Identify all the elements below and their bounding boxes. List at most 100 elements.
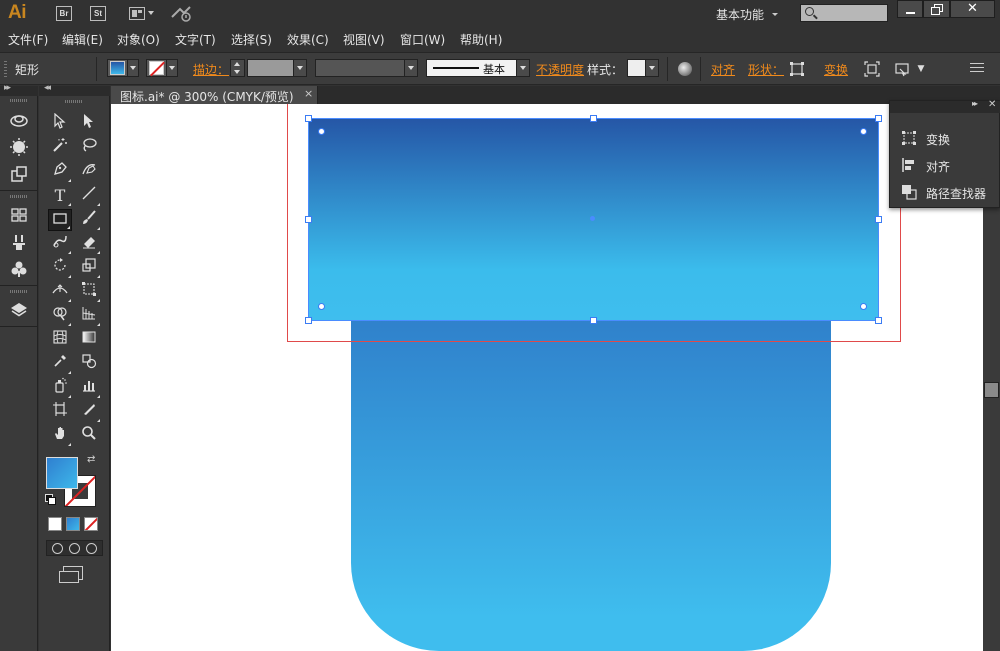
lasso-tool[interactable] [77, 137, 101, 159]
curvature-tool[interactable] [77, 161, 101, 183]
pen-tool[interactable] [48, 161, 72, 183]
menu-object[interactable]: 对象(O) [117, 31, 160, 48]
menu-effect[interactable]: 效果(C) [287, 31, 329, 48]
workspace-switcher[interactable]: 基本功能 [716, 6, 764, 23]
color-mode-button[interactable] [48, 517, 62, 531]
width-tool[interactable] [48, 281, 72, 303]
shape-link[interactable]: 形状： [748, 61, 784, 78]
mesh-tool[interactable] [48, 329, 72, 351]
direct-selection-tool[interactable] [77, 113, 101, 135]
shaper-tool[interactable] [48, 233, 72, 255]
dock-grip[interactable] [10, 195, 28, 198]
menu-type[interactable]: 文字(T) [175, 31, 216, 48]
rounded-rectangle-shape[interactable] [351, 310, 831, 651]
variable-width-profile[interactable] [315, 59, 418, 77]
symbol-sprayer-tool[interactable] [48, 377, 72, 399]
chevron-down-icon[interactable] [166, 60, 177, 76]
artboard-tool[interactable] [48, 401, 72, 423]
shape-properties-icon[interactable] [789, 61, 805, 77]
draw-normal-icon[interactable] [52, 543, 63, 554]
brush-definition-dropdown[interactable]: 基本 [426, 59, 530, 77]
isolate-group-icon[interactable] [864, 61, 880, 77]
chevron-down-icon[interactable] [404, 60, 417, 76]
stroke-link[interactable]: 描边： [193, 61, 229, 78]
minimize-button[interactable] [897, 0, 923, 18]
stock-button[interactable]: St [90, 6, 106, 21]
control-bar-grip[interactable] [4, 61, 7, 77]
collapse-icon[interactable]: ◂◂ [44, 83, 51, 93]
column-graph-tool[interactable] [77, 377, 101, 399]
chevron-down-icon[interactable] [293, 60, 306, 76]
transparency-icon[interactable] [9, 164, 29, 184]
panel-item-pathfinder[interactable]: 路径查找器 [890, 179, 1000, 205]
chevron-down-icon[interactable] [127, 60, 138, 76]
gradient-tool[interactable] [77, 329, 101, 351]
chevron-down-icon[interactable]: ▼ [913, 61, 929, 77]
menu-edit[interactable]: 编辑(E) [62, 31, 103, 48]
expand-icon[interactable]: ▸▸ [4, 83, 11, 93]
panel-menu-icon[interactable] [970, 63, 984, 73]
gpu-performance-icon[interactable] [170, 5, 194, 23]
scrollbar-thumb[interactable] [984, 382, 999, 398]
dock-grip[interactable] [10, 99, 28, 102]
stroke-weight-input[interactable] [247, 59, 307, 77]
tools-grip[interactable] [65, 100, 83, 103]
menu-help[interactable]: 帮助(H) [460, 31, 502, 48]
recolor-artwork-icon[interactable] [678, 62, 692, 76]
graphic-style-dropdown[interactable] [627, 59, 659, 77]
opacity-link[interactable]: 不透明度 [536, 61, 584, 78]
free-transform-tool[interactable] [77, 281, 101, 303]
magic-wand-tool[interactable] [48, 137, 72, 159]
dock-grip[interactable] [10, 290, 28, 293]
panel-item-transform[interactable]: 变换 [890, 125, 1000, 151]
draw-behind-icon[interactable] [69, 543, 80, 554]
hand-tool[interactable] [48, 425, 72, 447]
chevron-down-icon[interactable] [772, 13, 778, 16]
creative-cloud-libraries-icon[interactable] [9, 110, 29, 130]
scale-tool[interactable] [77, 257, 101, 279]
default-fill-stroke-icon[interactable] [45, 494, 56, 505]
blend-tool[interactable] [77, 353, 101, 375]
close-icon[interactable]: ✕ [988, 99, 996, 110]
menu-file[interactable]: 文件(F) [8, 31, 48, 48]
brushes-icon[interactable] [9, 232, 29, 252]
chevron-down-icon[interactable] [516, 60, 529, 76]
eyedropper-tool[interactable] [48, 353, 72, 375]
document-tab-title[interactable]: 图标.ai* @ 300% (CMYK/预览) [120, 88, 294, 105]
fill-color-swatch[interactable] [46, 457, 78, 489]
color-guide-icon[interactable] [9, 137, 29, 157]
arrange-documents-icon[interactable] [129, 7, 155, 21]
swatches-icon[interactable] [9, 205, 29, 225]
type-tool[interactable]: T [48, 185, 72, 207]
eraser-tool[interactable] [77, 233, 101, 255]
document-tab[interactable]: 图标.ai* @ 300% (CMYK/预览) × [111, 86, 318, 104]
menu-window[interactable]: 窗口(W) [400, 31, 445, 48]
layers-icon[interactable] [9, 300, 29, 320]
panel-header[interactable]: ▸▸ ✕ [890, 99, 1000, 113]
symbols-icon[interactable] [9, 259, 29, 279]
swap-fill-stroke-icon[interactable]: ⇄ [87, 454, 95, 465]
screen-mode-icon[interactable] [59, 566, 83, 583]
envelope-options-icon[interactable] [894, 61, 910, 77]
zoom-tool[interactable] [77, 425, 101, 447]
gradient-mode-button[interactable] [66, 517, 80, 531]
none-mode-button[interactable] [84, 517, 98, 531]
stroke-color-dropdown[interactable] [146, 59, 178, 77]
dock-header[interactable]: ▸▸ [0, 83, 38, 96]
bridge-button[interactable]: Br [56, 6, 72, 21]
close-window-button[interactable]: ✕ [950, 0, 995, 18]
panel-item-align[interactable]: 对齐 [890, 152, 1000, 178]
selection-tool[interactable] [48, 112, 72, 135]
close-tab-icon[interactable]: × [304, 87, 313, 100]
line-segment-tool[interactable] [77, 185, 101, 207]
tools-header[interactable]: ◂◂ [39, 83, 110, 96]
align-link[interactable]: 对齐 [711, 61, 735, 78]
search-input[interactable] [800, 4, 888, 22]
shape-builder-tool[interactable] [48, 305, 72, 327]
chevron-down-icon[interactable] [645, 60, 658, 76]
transform-link[interactable]: 变换 [824, 61, 848, 78]
stroke-weight-stepper[interactable] [230, 59, 245, 77]
artboard-canvas[interactable] [111, 104, 983, 651]
rotate-tool[interactable] [48, 257, 72, 279]
paintbrush-tool[interactable] [77, 209, 101, 231]
